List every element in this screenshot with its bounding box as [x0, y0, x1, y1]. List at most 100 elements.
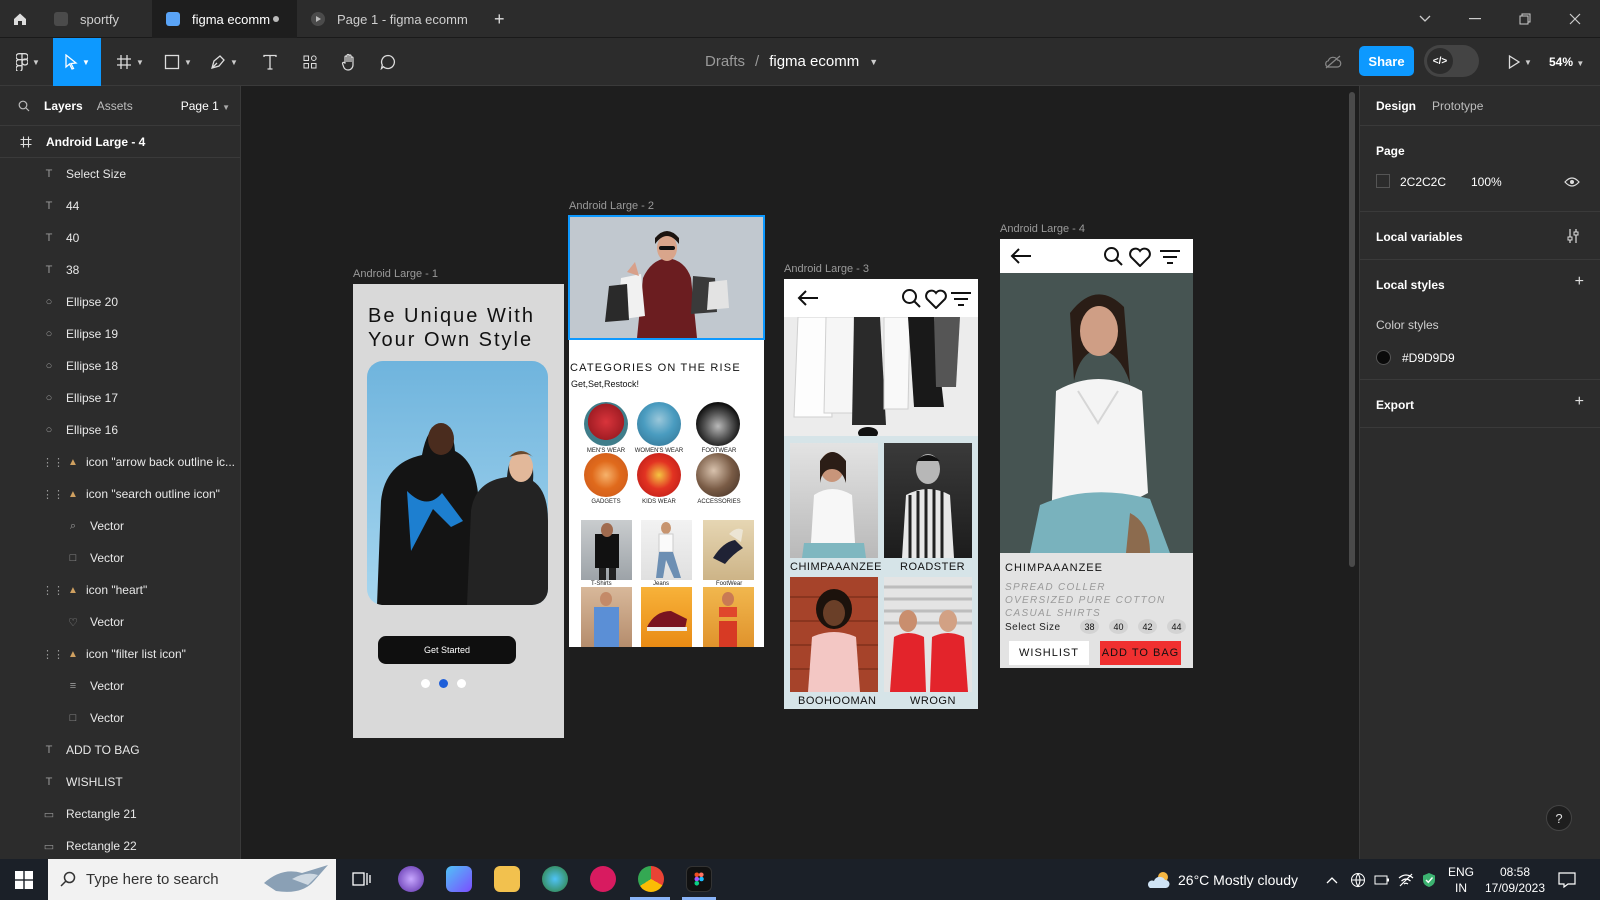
- notifications-icon[interactable]: [1558, 859, 1576, 900]
- pen-tool-button[interactable]: ▼: [204, 38, 244, 86]
- layer-row[interactable]: T WISHLIST: [0, 766, 240, 798]
- filter-list-icon[interactable]: [1159, 249, 1181, 265]
- weather-widget[interactable]: 26°C Mostly cloudy: [1146, 859, 1298, 900]
- layer-row[interactable]: ⋮⋮ ▲ icon "heart": [0, 574, 240, 606]
- layer-row[interactable]: ≡ Vector: [0, 670, 240, 702]
- layer-row[interactable]: ▭ Rectangle 22: [0, 830, 240, 859]
- wifi-off-icon[interactable]: [1398, 859, 1414, 900]
- home-button[interactable]: [0, 0, 40, 38]
- browser-app-icon[interactable]: [398, 866, 424, 892]
- tile-formal-shirt-image[interactable]: [581, 587, 632, 647]
- layer-row[interactable]: ○ Ellipse 17: [0, 382, 240, 414]
- category-footwear-image[interactable]: [696, 402, 740, 446]
- page-color-swatch[interactable]: [1376, 174, 1390, 188]
- tab-design[interactable]: Design: [1376, 99, 1416, 113]
- file-explorer-icon[interactable]: [494, 866, 520, 892]
- layer-frame-android-large-4[interactable]: Android Large - 4: [0, 126, 240, 158]
- edge-browser-icon[interactable]: [542, 866, 568, 892]
- layer-row[interactable]: ⋮⋮ ▲ icon "arrow back outline ic...: [0, 446, 240, 478]
- search-icon[interactable]: [901, 288, 921, 308]
- tab-assets[interactable]: Assets: [97, 99, 133, 113]
- file-name[interactable]: figma ecomm: [769, 53, 859, 70]
- breadcrumb-drafts[interactable]: Drafts: [705, 53, 745, 70]
- size-option[interactable]: 42: [1138, 619, 1157, 634]
- layer-row[interactable]: ○ Ellipse 20: [0, 286, 240, 318]
- product-image-chimpaaanzee[interactable]: [790, 443, 878, 558]
- color-style-value[interactable]: #D9D9D9: [1402, 351, 1455, 365]
- layer-row[interactable]: ○ Ellipse 18: [0, 350, 240, 382]
- variables-settings-icon[interactable]: [1566, 228, 1580, 244]
- layer-row[interactable]: ⋮⋮ ▲ icon "search outline icon": [0, 478, 240, 510]
- layer-row[interactable]: ○ Ellipse 16: [0, 414, 240, 446]
- product-image-wrogn[interactable]: [884, 577, 972, 692]
- frame-label-android-large-4[interactable]: Android Large - 4: [1000, 223, 1085, 235]
- language-indicator[interactable]: ENG IN: [1448, 859, 1474, 900]
- arrow-back-icon[interactable]: [1009, 247, 1033, 265]
- heart-icon[interactable]: [924, 289, 948, 309]
- new-tab-plus-icon[interactable]: +: [494, 9, 505, 30]
- copilot-app-icon[interactable]: [446, 866, 472, 892]
- move-tool-button[interactable]: ▼: [53, 38, 101, 86]
- category-mens-wear-image[interactable]: [584, 402, 628, 446]
- chrome-app-icon[interactable]: [638, 866, 664, 892]
- present-button[interactable]: ▼: [1500, 38, 1540, 86]
- search-icon[interactable]: [1103, 246, 1123, 266]
- start-button[interactable]: [0, 859, 48, 900]
- frame-android-large-4[interactable]: CHIMPAAANZEE SPREAD COLLER OVERSIZED PUR…: [1000, 239, 1193, 668]
- category-gadgets-image[interactable]: [584, 453, 628, 497]
- tab-figma-ecomm[interactable]: figma ecomm: [152, 0, 297, 38]
- local-variables-title[interactable]: Local variables: [1376, 230, 1463, 244]
- layer-row[interactable]: ○ Ellipse 19: [0, 318, 240, 350]
- add-style-plus-icon[interactable]: +: [1575, 273, 1584, 291]
- frame-android-large-1[interactable]: Be Unique With Your Own Style Get Starte…: [353, 284, 564, 738]
- chevron-down-icon[interactable]: [1400, 0, 1450, 38]
- product-image-boohooman[interactable]: [790, 577, 878, 692]
- shape-tool-button[interactable]: ▼: [158, 38, 198, 86]
- add-to-bag-button[interactable]: ADD TO BAG: [1100, 641, 1181, 665]
- restore-icon[interactable]: [1500, 0, 1550, 38]
- main-menu-button[interactable]: ▼: [8, 38, 48, 86]
- layer-row[interactable]: T 38: [0, 254, 240, 286]
- tab-prototype[interactable]: Prototype: [1432, 99, 1483, 113]
- category-womens-wear-image[interactable]: [637, 402, 681, 446]
- layer-row[interactable]: T 40: [0, 222, 240, 254]
- get-started-button[interactable]: Get Started: [378, 636, 516, 664]
- tab-prototype-page[interactable]: Page 1 - figma ecomm: [297, 0, 479, 38]
- layer-row[interactable]: T Select Size: [0, 158, 240, 190]
- layer-row[interactable]: □ Vector: [0, 702, 240, 734]
- minimize-icon[interactable]: [1450, 0, 1500, 38]
- wps-app-icon[interactable]: [590, 866, 616, 892]
- tab-sportfy[interactable]: sportfy: [40, 0, 152, 38]
- category-accessories-image[interactable]: [696, 453, 740, 497]
- tile-tshirts-image[interactable]: [581, 520, 632, 580]
- page-opacity-value[interactable]: 100%: [1471, 175, 1502, 189]
- zoom-level[interactable]: 54% ▼: [1549, 55, 1584, 69]
- tray-chevron-up-icon[interactable]: [1326, 859, 1338, 900]
- comment-tool-button[interactable]: [370, 38, 406, 86]
- frame-label-android-large-2[interactable]: Android Large - 2: [569, 200, 654, 212]
- wishlist-button[interactable]: WISHLIST: [1009, 641, 1089, 665]
- tab-layers[interactable]: Layers: [44, 99, 83, 113]
- product-image-roadster[interactable]: [884, 443, 972, 558]
- offline-cloud-button[interactable]: [1318, 38, 1348, 86]
- arrow-back-icon[interactable]: [796, 289, 820, 307]
- task-view-icon[interactable]: [352, 870, 372, 891]
- frame-android-large-3[interactable]: CHIMPAAANZEE ROADSTER BOOHOOMAN WROGN: [784, 279, 978, 709]
- size-option[interactable]: 40: [1109, 619, 1128, 634]
- tile-sportswear-image[interactable]: [703, 587, 754, 647]
- color-style-swatch[interactable]: [1376, 350, 1391, 365]
- category-kids-wear-image[interactable]: [637, 453, 681, 497]
- tile-footwear-image[interactable]: [703, 520, 754, 580]
- battery-icon[interactable]: [1374, 859, 1390, 900]
- frame-label-android-large-1[interactable]: Android Large - 1: [353, 268, 438, 280]
- heart-icon[interactable]: [1128, 247, 1152, 267]
- add-export-plus-icon[interactable]: +: [1575, 393, 1584, 411]
- layer-row[interactable]: ⌕ Vector: [0, 510, 240, 542]
- security-shield-icon[interactable]: [1422, 859, 1436, 900]
- size-option[interactable]: 38: [1080, 619, 1099, 634]
- size-option[interactable]: 44: [1167, 619, 1186, 634]
- share-button[interactable]: Share: [1359, 46, 1414, 76]
- layer-row[interactable]: T ADD TO BAG: [0, 734, 240, 766]
- layer-row[interactable]: ⋮⋮ ▲ icon "filter list icon": [0, 638, 240, 670]
- tile-jeans-image[interactable]: [641, 520, 692, 580]
